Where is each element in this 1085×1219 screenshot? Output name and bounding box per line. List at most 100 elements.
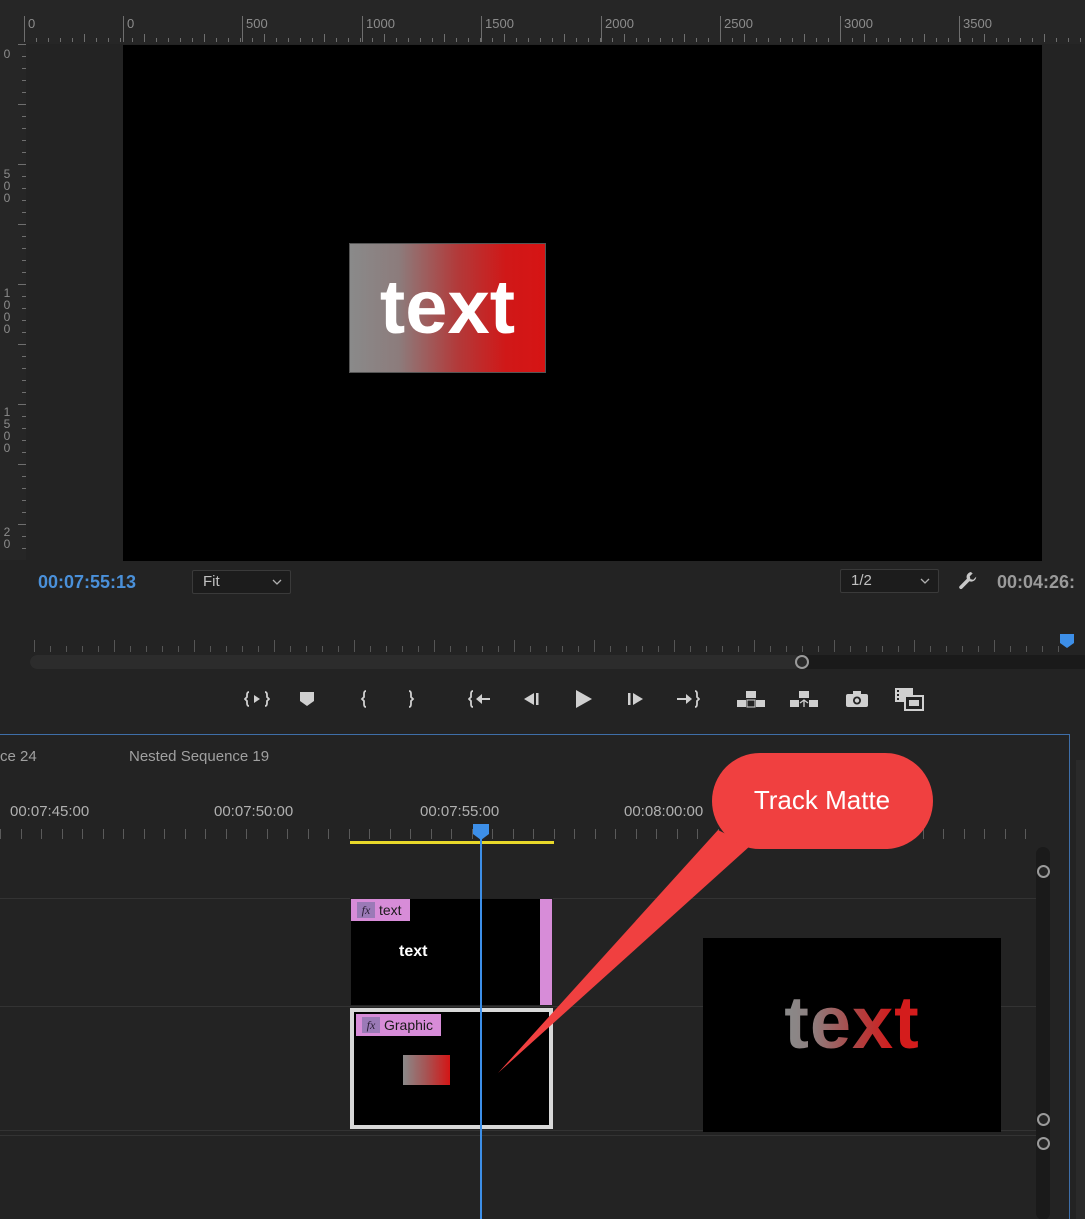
zoom-level-value: Fit [203, 573, 220, 590]
ruler-tick [18, 284, 26, 285]
ruler-tick [120, 38, 121, 42]
ruler-tick [792, 38, 793, 42]
zoom-scrollbar-handle[interactable] [795, 655, 809, 669]
extract-icon[interactable] [789, 684, 819, 714]
ruler-tick [626, 646, 627, 652]
wrench-icon[interactable] [957, 570, 979, 592]
monitor-time-ruler[interactable] [34, 632, 1085, 652]
ruler-tick [943, 829, 944, 839]
clip-name: text [379, 902, 402, 918]
ruler-tick [402, 646, 403, 652]
ruler-tick [513, 829, 514, 839]
zoom-scrollbar-fill [30, 655, 802, 669]
zoom-scrollbar[interactable] [30, 655, 1085, 669]
playback-resolution-select[interactable]: 1/2 [840, 569, 939, 593]
ruler-label: 1000 [362, 16, 395, 42]
ruler-tick [706, 646, 707, 652]
ruler-tick [690, 646, 691, 652]
ruler-tick [410, 829, 411, 839]
vertical-scrollbar[interactable] [1036, 847, 1050, 1219]
ruler-tick [328, 829, 329, 839]
ruler-tick [498, 646, 499, 652]
mark-in-icon[interactable] [349, 684, 379, 714]
ruler-tick [82, 646, 83, 652]
ruler-tick [242, 646, 243, 652]
ruler-tick [431, 829, 432, 839]
ruler-tick [194, 640, 195, 652]
lift-icon[interactable] [736, 684, 766, 714]
ruler-tick [1008, 38, 1009, 42]
scrollbar-knob[interactable] [1037, 1137, 1050, 1150]
ruler-tick [180, 38, 181, 42]
ruler-tick [22, 392, 26, 393]
ruler-tick [696, 38, 697, 42]
ruler-tick [574, 829, 575, 839]
ruler-tick [123, 829, 124, 839]
callout-text: Track Matte [753, 785, 891, 815]
work-area-bar[interactable] [350, 841, 554, 844]
ruler-tick [370, 646, 371, 652]
play-icon[interactable] [568, 684, 598, 714]
ruler-tick [144, 829, 145, 839]
ruler-tick [756, 38, 757, 42]
mark-in-out-icon[interactable] [242, 684, 272, 714]
current-timecode[interactable]: 00:07:55:13 [38, 572, 136, 593]
ruler-tick [492, 829, 493, 839]
ruler-tick [258, 646, 259, 652]
ruler-label: 3500 [959, 16, 992, 42]
ruler-tick [246, 829, 247, 839]
panel-edge [1076, 760, 1085, 1219]
ruler-label: 3000 [840, 16, 873, 42]
ruler-tick [588, 38, 589, 42]
ruler-tick [923, 829, 924, 839]
chevron-down-icon [272, 579, 282, 585]
ruler-label: 2000 [601, 16, 634, 42]
ruler-tick [300, 38, 301, 42]
clip-label: fx Graphic [356, 1014, 442, 1036]
ruler-tick [648, 38, 649, 42]
ruler-tick [22, 260, 26, 261]
program-canvas[interactable]: text [123, 45, 1042, 561]
ruler-tick [562, 646, 563, 652]
scrollbar-knob[interactable] [1037, 1113, 1050, 1126]
monitor-playhead-icon[interactable] [1059, 633, 1075, 649]
ruler-tick [554, 829, 555, 839]
comparison-view-icon[interactable] [894, 684, 924, 714]
ruler-tick [0, 829, 1, 839]
go-to-in-icon[interactable] [465, 684, 495, 714]
timeline-playhead-line[interactable] [480, 831, 482, 1219]
ruler-tick [178, 646, 179, 652]
ruler-tick [816, 38, 817, 42]
ruler-tick [1042, 646, 1043, 652]
ruler-tick [62, 829, 63, 839]
ruler-tick [156, 38, 157, 42]
ruler-tick [1026, 646, 1027, 652]
ruler-tick [290, 646, 291, 652]
ruler-tick [994, 640, 995, 652]
ruler-tick [677, 829, 678, 839]
export-frame-icon[interactable] [842, 684, 872, 714]
tab-sequence-24[interactable]: ce 24 [0, 748, 37, 765]
scrollbar-knob[interactable] [1037, 865, 1050, 878]
ruler-tick [1010, 646, 1011, 652]
ruler-tick [288, 38, 289, 42]
text-clip[interactable]: fx text text [350, 898, 553, 1006]
go-to-out-icon[interactable] [673, 684, 703, 714]
ruler-tick [228, 38, 229, 42]
ruler-tick [1025, 829, 1026, 839]
ruler-tick [876, 38, 877, 42]
ruler-tick [418, 646, 419, 652]
ruler-tick [146, 646, 147, 652]
ruler-tick [914, 640, 915, 652]
add-marker-icon[interactable] [292, 684, 322, 714]
step-back-icon[interactable] [516, 684, 546, 714]
vertical-ruler: 0 500 1000 1500 20 [0, 44, 26, 560]
duration-timecode: 00:04:26: [997, 572, 1076, 592]
zoom-level-select[interactable]: Fit [192, 570, 291, 594]
mark-out-icon[interactable] [396, 684, 426, 714]
step-forward-icon[interactable] [621, 684, 651, 714]
ruler-label: 0 [3, 47, 11, 61]
ruler-tick [768, 38, 769, 42]
tab-nested-sequence-19[interactable]: Nested Sequence 19 [129, 748, 269, 765]
graphic-clip[interactable]: fx Graphic [350, 1008, 553, 1129]
